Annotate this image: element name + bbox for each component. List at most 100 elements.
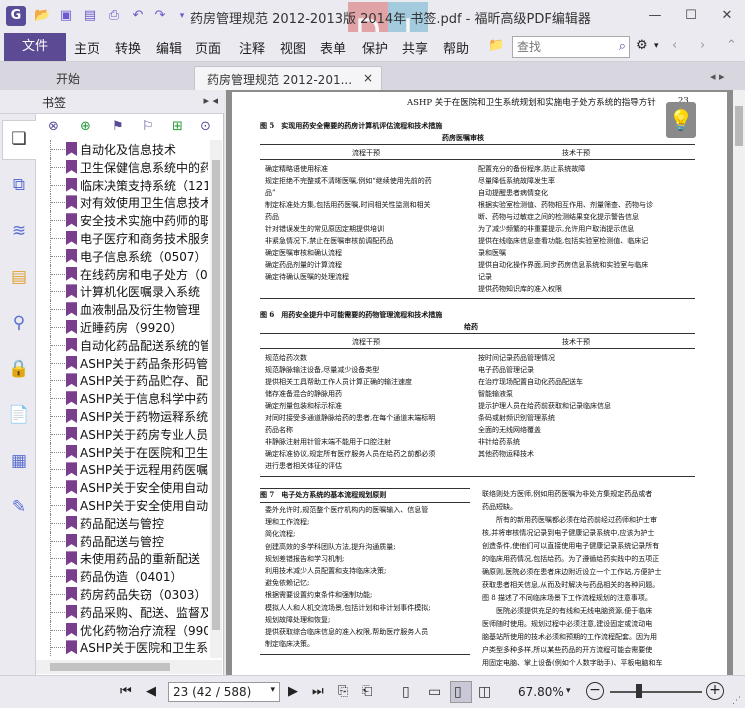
bookmark-item[interactable]: ASHP关于药物运释系统	[36, 407, 208, 425]
bookmark-item[interactable]: 计算机化医嘱录入系统（	[36, 282, 208, 301]
print-icon[interactable]: ⎙	[106, 8, 122, 24]
go-back-icon[interactable]: ⎘	[338, 684, 348, 699]
panel-collapse-icon[interactable]: ▸ ◂	[203, 94, 218, 107]
redo-icon[interactable]: ↷	[152, 8, 168, 24]
previous-page-icon[interactable]: ◀	[146, 684, 156, 699]
menu-edit[interactable]: 编辑	[156, 38, 182, 57]
search-input[interactable]	[513, 37, 605, 57]
bookmark-vertical-scrollbar[interactable]	[210, 140, 222, 658]
zoom-slider-thumb[interactable]	[636, 684, 642, 698]
bookmark-item[interactable]: 在线药房和电子处方（0	[36, 264, 208, 283]
pages-icon[interactable]: ⧉	[8, 174, 30, 196]
lock-icon[interactable]: 🔒	[8, 358, 30, 380]
search-icon[interactable]: ⌕	[619, 39, 626, 54]
settings-gear-icon[interactable]: ⚙	[636, 38, 648, 53]
bookmark-item[interactable]: 药品伪造（0401）	[36, 567, 208, 586]
minimize-button[interactable]: —	[637, 0, 673, 32]
page-dropdown-icon[interactable]: ▾	[270, 685, 275, 695]
new-bookmark-icon[interactable]: ⊞	[172, 119, 183, 134]
bookmark-horizontal-scrollbar[interactable]	[36, 660, 222, 674]
tips-lightbulb-icon[interactable]: 💡	[666, 102, 696, 138]
bookmark-item[interactable]: ASHP关于药房专业人员	[36, 424, 208, 443]
bookmark-item[interactable]: 药品配送与管控	[36, 531, 208, 550]
bookmark-item[interactable]: ASHP关于药品条形码管	[36, 353, 208, 372]
bookmark-item[interactable]: 电子信息系统（0507）	[36, 246, 208, 265]
tab-close-icon[interactable]: ×	[363, 71, 373, 85]
bookmark-item[interactable]: 自动化药品配送系统的管	[36, 335, 208, 354]
facing-view-icon[interactable]: ▯	[454, 684, 462, 700]
bookmark-icon[interactable]: ❏	[8, 128, 30, 150]
forward-icon[interactable]: ›	[700, 38, 705, 53]
save-icon[interactable]: ▣	[58, 8, 74, 24]
first-page-icon[interactable]: ⏮	[120, 684, 132, 699]
signature-icon[interactable]: ✎	[8, 496, 30, 518]
bookmark-item[interactable]: 临床决策支持系统（1212	[36, 175, 208, 194]
open-icon[interactable]: 📂	[34, 8, 50, 24]
bookmark-item[interactable]: ASHP关于远程用药医嘱	[36, 460, 208, 479]
add-bookmark-icon[interactable]: ⊕	[80, 119, 91, 134]
document-view[interactable]: ASHP 关于在医院和卫生系统规划和实施电子处方系统的指导方针 23 图 5 实…	[226, 90, 745, 675]
menu-help[interactable]: 帮助	[443, 38, 469, 57]
resize-grip-icon[interactable]: ⋰	[732, 696, 741, 706]
bookmark-item[interactable]: 药房药品失窃（0303）	[36, 585, 208, 603]
zoom-out-button[interactable]: −	[586, 682, 604, 700]
bookmark-item[interactable]: ASHP关于药品贮存、配	[36, 371, 208, 390]
bookmark-item[interactable]: ASHP关于信息科学中药	[36, 389, 208, 408]
bookmark-item[interactable]: 药品采购、配送、监督及	[36, 602, 208, 621]
delete-bookmark-icon[interactable]: ⊗	[48, 119, 59, 134]
collapse-ribbon-icon[interactable]: ⌃	[726, 38, 737, 53]
tab-document[interactable]: 药房管理规范 2012-201... ×	[194, 66, 382, 90]
add-child-bookmark-icon[interactable]: ⚑	[112, 119, 124, 134]
folder-search-icon[interactable]: 📁	[488, 38, 504, 53]
bookmark-item[interactable]: 血液制品及衍生物管理（	[36, 300, 208, 319]
bookmark-item[interactable]: 药品配送与管控	[36, 513, 208, 532]
bookmark-item[interactable]: ASHP关于在医院和卫生	[36, 442, 208, 461]
bookmark-item[interactable]: 卫生保健信息系统中的药	[36, 157, 208, 176]
save-as-icon[interactable]: ▤	[82, 8, 98, 24]
tab-scroll-icon[interactable]: ◂ ▸	[710, 70, 725, 83]
menu-view[interactable]: 视图	[280, 38, 306, 57]
customize-chevron-icon[interactable]: ▾	[174, 8, 190, 24]
back-icon[interactable]: ‹	[672, 38, 677, 53]
bookmark-item[interactable]: ASHP关于医院和卫生系	[36, 638, 208, 657]
tab-start[interactable]: 开始	[40, 67, 190, 90]
bookmark-item[interactable]: 自动化及信息技术	[36, 140, 208, 158]
menu-page[interactable]: 页面	[195, 38, 221, 57]
bookmark-item[interactable]: ASHP关于安全使用自动	[36, 496, 208, 514]
bookmark-item[interactable]: 对有效使用卫生信息技术	[36, 193, 208, 212]
close-button[interactable]: ✕	[709, 0, 745, 32]
bookmark-item[interactable]: 近睡药房（9920）	[36, 318, 208, 336]
attachment-icon[interactable]: ⚲	[8, 312, 30, 334]
menu-form[interactable]: 表单	[320, 38, 346, 57]
go-forward-icon[interactable]: ⎗	[362, 684, 372, 699]
layers-icon[interactable]: ≋	[8, 220, 30, 242]
document-vertical-scrollbar[interactable]	[733, 90, 745, 675]
next-page-icon[interactable]: ▶	[288, 684, 298, 699]
bookmark-item[interactable]: 优化药物治疗流程（990	[36, 620, 208, 639]
maximize-button[interactable]: ☐	[673, 0, 709, 32]
continuous-facing-view-icon[interactable]: ◫	[478, 684, 491, 700]
single-page-view-icon[interactable]: ▯	[402, 684, 410, 700]
search-bookmark-icon[interactable]: ⊙	[200, 119, 211, 134]
menu-protect[interactable]: 保护	[362, 38, 388, 57]
menu-share[interactable]: 共享	[402, 38, 428, 57]
menu-convert[interactable]: 转换	[115, 38, 141, 57]
bookmark-item[interactable]: 电子医疗和商务技术服务	[36, 229, 208, 247]
undo-icon[interactable]: ↶	[130, 8, 146, 24]
bookmark-item[interactable]: 未使用药品的重新配送（	[36, 549, 208, 568]
zoom-slider[interactable]	[610, 691, 702, 693]
comments-icon[interactable]: ▤	[8, 266, 30, 288]
file-menu[interactable]: 文件	[4, 33, 66, 61]
menu-comment[interactable]: 注释	[239, 38, 265, 57]
bookmark-item[interactable]: ASHP关于安全使用自动	[36, 478, 208, 497]
zoom-dropdown-icon[interactable]: ▾	[566, 686, 571, 696]
search-box[interactable]: ⌕	[512, 36, 630, 58]
bookmark-item[interactable]: 安全技术实施中药师的职	[36, 211, 208, 230]
app-logo[interactable]: G	[6, 6, 26, 26]
continuous-view-icon[interactable]: ▭	[428, 684, 441, 700]
last-page-icon[interactable]: ⏭	[312, 684, 324, 699]
menu-home[interactable]: 主页	[74, 38, 100, 57]
zoom-level[interactable]: 67.80%	[518, 685, 564, 699]
page-number-field[interactable]: 23 (42 / 588) ▾	[168, 682, 280, 702]
expand-bookmark-icon[interactable]: ⚐	[142, 119, 154, 134]
